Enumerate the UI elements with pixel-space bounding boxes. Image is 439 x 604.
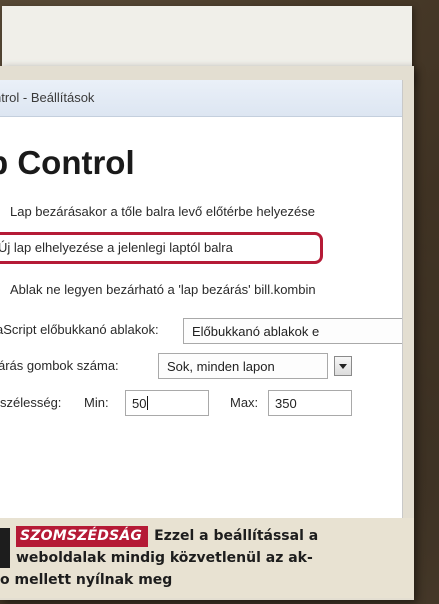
photo-caption: SZOMSZÉDSÁG Ezzel a beállítással a webold… bbox=[0, 518, 414, 598]
close-buttons-value: Sok, minden lapon bbox=[167, 359, 275, 374]
min-width-input[interactable]: 50 bbox=[125, 390, 209, 416]
caption-line-1: SZOMSZÉDSÁG Ezzel a beállítással a bbox=[16, 526, 318, 547]
chevron-down-icon bbox=[339, 364, 347, 369]
close-buttons-dropdown-button[interactable] bbox=[334, 356, 352, 376]
caption-text-2: weboldalak mindig közvetlenül az ak- bbox=[16, 550, 313, 566]
page-title: b Control bbox=[0, 144, 135, 181]
caption-text-1: Ezzel a beállítással a bbox=[154, 528, 319, 544]
caption-line-2: weboldalak mindig közvetlenül az ak- bbox=[16, 548, 313, 569]
max-label: Max: bbox=[230, 395, 259, 410]
option-label: Ablak ne legyen bezárható a 'lap bezárás… bbox=[10, 282, 316, 297]
option-label: Új lap elhelyezése a jelenlegi laptól ba… bbox=[0, 240, 233, 255]
min-label: Min: bbox=[84, 395, 109, 410]
caption-marker bbox=[0, 528, 10, 568]
max-width-value: 350 bbox=[275, 396, 297, 411]
close-buttons-label: árás gombok száma: bbox=[0, 358, 119, 373]
popups-select[interactable]: Előbukkanó ablakok e bbox=[183, 318, 402, 344]
width-label: szélesség: bbox=[0, 395, 62, 410]
popups-label: aScript előbukkanó ablakok: bbox=[0, 322, 159, 337]
text-caret bbox=[147, 396, 149, 410]
caption-line-3: o mellett nyílnak meg bbox=[0, 570, 172, 591]
option-label: Lap bezárásakor a tőle balra levő előtér… bbox=[10, 204, 315, 219]
caption-text-3: o mellett nyílnak meg bbox=[0, 572, 173, 588]
caption-tag: SZOMSZÉDSÁG bbox=[16, 526, 149, 547]
max-width-input[interactable]: 350 bbox=[268, 390, 352, 416]
window-title: ntrol - Beállítások bbox=[0, 90, 95, 105]
close-buttons-select[interactable]: Sok, minden lapon bbox=[158, 353, 328, 379]
min-width-value: 50 bbox=[132, 396, 147, 411]
window-titlebar: ntrol - Beállítások bbox=[0, 80, 402, 117]
settings-window: ntrol - Beállítások b Control Lap bezárá… bbox=[0, 80, 403, 518]
